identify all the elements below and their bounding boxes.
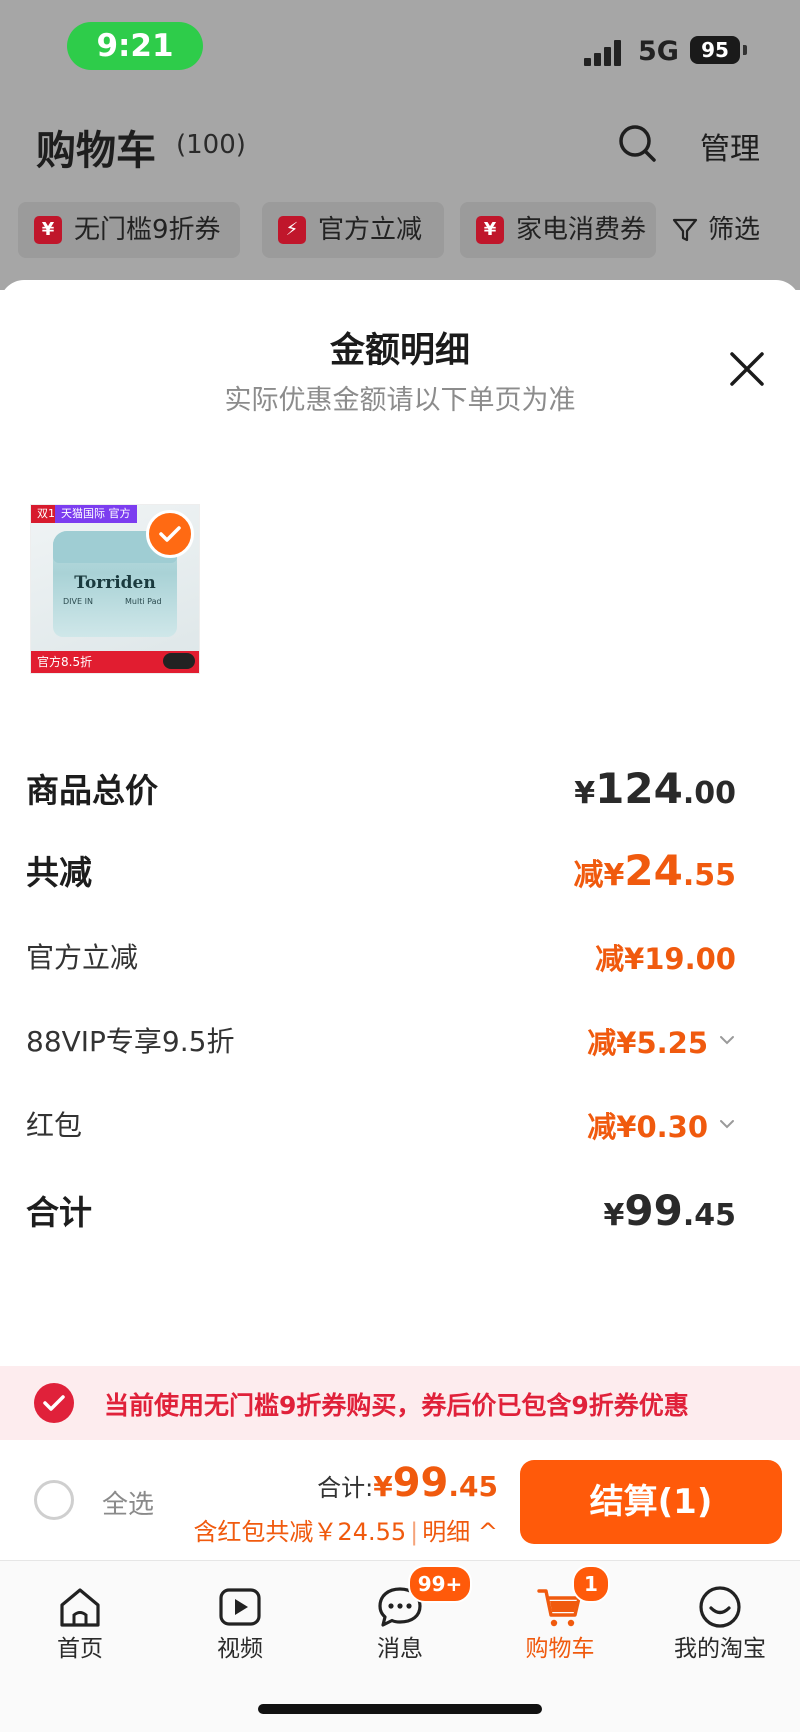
row-value: 减¥24.55 (573, 846, 736, 895)
row-official-discount: 官方立减 减¥19.00 (26, 936, 736, 986)
battery-icon: 95 (690, 36, 740, 64)
select-all-label[interactable]: 全选 (102, 1484, 154, 1521)
tab-home[interactable]: 首页 (0, 1561, 160, 1681)
filter-icon (672, 218, 698, 242)
tab-cart[interactable]: 购物车 1 (480, 1561, 640, 1681)
chip-label: 家电消费券 (516, 215, 647, 245)
product-sub-left: DIVE IN (63, 597, 93, 606)
row-label: 共减 (26, 853, 92, 892)
yen-icon: ¥ (34, 216, 62, 244)
row-total-reduction: 共减 减¥24.55 (26, 846, 736, 896)
cart-count: (100) (176, 130, 246, 160)
close-icon[interactable] (722, 344, 772, 394)
page-title: 购物车 (36, 128, 156, 174)
filter-label: 筛选 (708, 215, 761, 245)
messages-badge: 99+ (408, 1565, 472, 1603)
chip-official-discount[interactable]: ⚡ 官方立减 (262, 202, 444, 258)
tab-video[interactable]: 视频 (160, 1561, 320, 1681)
row-value: 减¥5.25 (587, 1020, 736, 1062)
row-88vip-discount[interactable]: 88VIP专享9.5折 减¥5.25 (26, 1020, 736, 1070)
row-label: 88VIP专享9.5折 (26, 1025, 235, 1058)
cart-badge: 1 (572, 1565, 610, 1603)
chip-label: 官方立减 (318, 215, 423, 245)
signal-icon (584, 40, 624, 66)
row-value: ¥124.00 (574, 764, 736, 813)
separator: | (410, 1518, 419, 1546)
tab-label: 购物车 (525, 1636, 595, 1662)
settle-button[interactable]: 结算(1) (520, 1460, 782, 1544)
chevron-down-icon (720, 1120, 734, 1129)
checkout-total: 合计:¥99.45 (317, 1460, 498, 1506)
notice-check (34, 1383, 74, 1423)
check-icon (43, 1395, 65, 1411)
chip-label: 无门槛9折券 (74, 215, 221, 245)
tab-label: 视频 (217, 1636, 263, 1662)
cart-header: 购物车 (100) 管理 (0, 100, 800, 190)
tab-label: 我的淘宝 (674, 1636, 766, 1662)
product-sub-right: Multi Pad (125, 597, 162, 606)
detail-link[interactable]: 明细 ^ (422, 1518, 498, 1546)
network-type: 5G (638, 36, 679, 67)
tab-label: 消息 (377, 1636, 423, 1662)
checkout-bar: 全选 合计:¥99.45 含红包共减￥24.55 | 明细 ^ 结算(1) (0, 1440, 800, 1560)
sheet-subtitle: 实际优惠金额请以下单页为准 (224, 385, 576, 416)
profile-icon (699, 1586, 741, 1628)
product-badge-icon (163, 653, 195, 669)
select-all-checkbox[interactable] (34, 1480, 74, 1520)
lightning-icon: ⚡ (278, 216, 306, 244)
product-selected-check[interactable] (146, 510, 194, 558)
manage-button[interactable]: 管理 (700, 124, 760, 168)
discount-text: 含红包共减￥24.55 (193, 1518, 407, 1546)
coupon-notice: 当前使用无门槛9折券购买，券后价已包含9折券优惠 (0, 1366, 800, 1440)
coupon-chips: ¥ 无门槛9折券 ⚡ 官方立减 ¥ 家电消费券 筛选 (0, 202, 800, 262)
row-red-packet[interactable]: 红包 减¥0.30 (26, 1104, 736, 1154)
tab-my-taobao[interactable]: 我的淘宝 (640, 1561, 800, 1681)
row-label: 红包 (26, 1109, 83, 1142)
home-icon (60, 1588, 100, 1627)
checkout-discount: 含红包共减￥24.55 | 明细 ^ (193, 1512, 498, 1547)
row-label: 官方立减 (26, 941, 139, 974)
check-icon (159, 526, 181, 542)
background-cart-page: 9:21 5G 95 购物车 (100) 管理 ¥ 无门槛9折券 ⚡ 官方立减 … (0, 0, 800, 290)
row-value: ¥99.45 (603, 1186, 736, 1235)
notice-text: 当前使用无门槛9折券购买，券后价已包含9折券优惠 (104, 1391, 689, 1420)
tab-label: 首页 (57, 1636, 103, 1662)
product-tag-global: 天猫国际 官方 (55, 505, 137, 523)
row-goods-total: 商品总价 ¥124.00 (26, 764, 736, 814)
tab-messages[interactable]: 消息 99+ (320, 1561, 480, 1681)
search-icon[interactable] (617, 123, 657, 163)
status-bar: 9:21 5G 95 (0, 0, 800, 100)
status-time: 9:21 (67, 22, 203, 70)
product-brand: Torriden (74, 573, 156, 593)
row-value: 减¥0.30 (587, 1104, 736, 1146)
chip-appliance-coupon[interactable]: ¥ 家电消费券 (460, 202, 656, 258)
chip-no-threshold-coupon[interactable]: ¥ 无门槛9折券 (18, 202, 240, 258)
battery-tip (743, 45, 747, 55)
row-label: 商品总价 (26, 771, 158, 810)
video-icon (219, 1588, 261, 1626)
row-value: 减¥19.00 (595, 942, 736, 976)
yen-icon: ¥ (476, 216, 504, 244)
row-grand-total: 合计 ¥99.45 (26, 1186, 736, 1236)
home-indicator[interactable] (258, 1704, 542, 1714)
chevron-down-icon (720, 1036, 734, 1045)
row-label: 合计 (26, 1193, 92, 1232)
sheet-title: 金额明细 (329, 331, 470, 371)
